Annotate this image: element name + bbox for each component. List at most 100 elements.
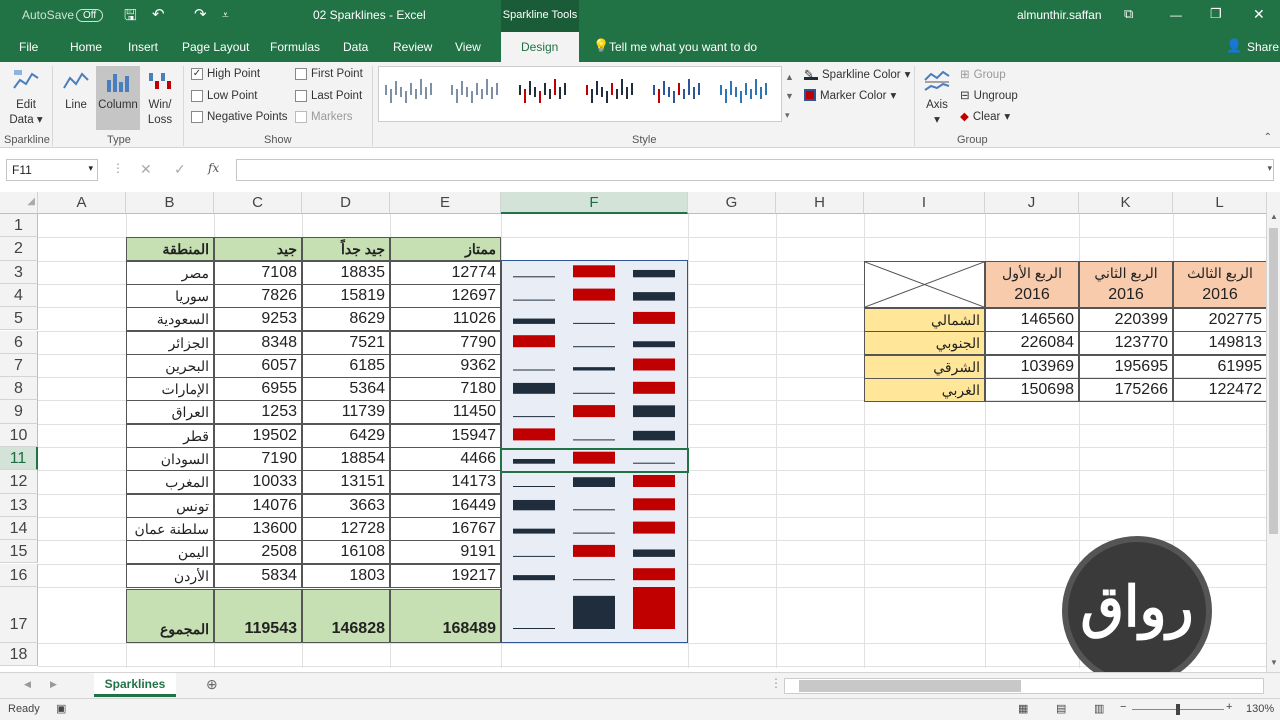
col-header[interactable]: J	[985, 192, 1079, 214]
first-point-checkbox[interactable]: First Point	[295, 68, 363, 80]
q2-cell[interactable]: 195695	[1079, 354, 1173, 379]
q2-cell[interactable]: 123770	[1079, 331, 1173, 356]
type-column-button[interactable]: Column	[96, 66, 140, 130]
good-cell[interactable]: 19502	[214, 423, 302, 448]
col-header[interactable]: L	[1173, 192, 1266, 214]
very-good-cell[interactable]: 1803	[302, 563, 390, 588]
excellent-cell[interactable]: 11450	[390, 400, 501, 425]
next-sheet-icon[interactable]: ▶	[50, 679, 57, 690]
maximize-icon[interactable]: ❐	[1210, 6, 1222, 22]
diagonal-header-cell[interactable]	[864, 261, 985, 308]
q3-cell[interactable]: 202775	[1173, 308, 1266, 332]
zoom-out-icon[interactable]: −	[1120, 701, 1126, 713]
scroll-thumb[interactable]	[799, 680, 1021, 692]
excellent-cell[interactable]: 15947	[390, 423, 501, 448]
tab-design[interactable]: Design	[501, 32, 579, 62]
region-cell[interactable]: السودان	[126, 447, 214, 471]
share-icon[interactable]: 👤	[1226, 38, 1242, 54]
last-point-checkbox[interactable]: Last Point	[295, 90, 362, 102]
good-cell[interactable]: 7826	[214, 283, 302, 308]
redo-icon[interactable]: ↷	[194, 5, 207, 23]
good-cell[interactable]: 6955	[214, 377, 302, 402]
ribbon-display-icon[interactable]: ⧉	[1124, 6, 1133, 22]
col-header[interactable]: A	[38, 192, 126, 214]
total-good[interactable]: 119543	[214, 589, 302, 643]
share-button[interactable]: Share	[1247, 40, 1279, 54]
good-cell[interactable]: 5834	[214, 563, 302, 588]
row-header[interactable]: 4	[0, 283, 38, 308]
excellent-cell[interactable]: 7790	[390, 330, 501, 355]
good-cell[interactable]: 1253	[214, 400, 302, 425]
header-excellent[interactable]: ممتاز	[390, 237, 501, 261]
undo-icon[interactable]: ↶	[152, 5, 165, 23]
split-handle-icon[interactable]: ⋮	[770, 676, 782, 690]
very-good-cell[interactable]: 12728	[302, 516, 390, 541]
region-cell[interactable]: سوريا	[126, 283, 214, 308]
row-header[interactable]: 17	[0, 587, 38, 643]
good-cell[interactable]: 2508	[214, 540, 302, 565]
select-all-corner[interactable]: ◢	[0, 192, 38, 214]
col-header[interactable]: E	[390, 192, 501, 214]
direction-cell[interactable]: الشمالي	[864, 308, 985, 332]
very-good-cell[interactable]: 5364	[302, 377, 390, 402]
good-cell[interactable]: 7190	[214, 447, 302, 471]
row-header[interactable]: 1	[0, 214, 38, 238]
tab-home[interactable]: Home	[70, 40, 102, 54]
marker-color-button[interactable]: Marker Color ▾	[804, 89, 896, 104]
collapse-ribbon-icon[interactable]: ⌃	[1264, 132, 1272, 143]
total-very-good[interactable]: 146828	[302, 589, 390, 643]
col-header[interactable]: K	[1079, 192, 1173, 214]
tab-data[interactable]: Data	[343, 40, 368, 54]
region-cell[interactable]: تونس	[126, 493, 214, 518]
row-header[interactable]: 6	[0, 330, 38, 354]
row-header[interactable]: 5	[0, 307, 38, 331]
good-cell[interactable]: 13600	[214, 516, 302, 541]
quarter-header[interactable]: الربع الثاني 2016	[1079, 261, 1173, 308]
excellent-cell[interactable]: 9191	[390, 540, 501, 565]
total-excellent[interactable]: 168489	[390, 589, 501, 643]
region-cell[interactable]: مصر	[126, 260, 214, 285]
customize-qat-icon[interactable]: ⩡	[222, 8, 229, 23]
excellent-cell[interactable]: 16449	[390, 493, 501, 518]
active-cell-f11[interactable]	[500, 448, 689, 473]
tab-formulas[interactable]: Formulas	[270, 40, 320, 54]
autosave-toggle[interactable]: Off	[76, 9, 104, 22]
tab-file[interactable]: File	[19, 40, 38, 54]
col-header[interactable]: C	[214, 192, 302, 214]
very-good-cell[interactable]: 18854	[302, 447, 390, 471]
zoom-level[interactable]: 130%	[1246, 703, 1274, 715]
col-header[interactable]: I	[864, 192, 985, 214]
region-cell[interactable]: السعودية	[126, 307, 214, 332]
very-good-cell[interactable]: 7521	[302, 330, 390, 355]
q1-cell[interactable]: 150698	[985, 377, 1079, 402]
excellent-cell[interactable]: 7180	[390, 377, 501, 402]
sparkline-color-button[interactable]: ✎ Sparkline Color ▾	[804, 68, 910, 83]
good-cell[interactable]: 10033	[214, 470, 302, 495]
insert-function-icon[interactable]: fx	[208, 161, 219, 175]
low-point-checkbox[interactable]: Low Point	[191, 90, 258, 102]
very-good-cell[interactable]: 18835	[302, 260, 390, 285]
header-very-good[interactable]: جيد جداً	[302, 237, 390, 261]
very-good-cell[interactable]: 11739	[302, 400, 390, 425]
excellent-cell[interactable]: 14173	[390, 470, 501, 495]
region-cell[interactable]: البحرين	[126, 353, 214, 378]
total-label[interactable]: المجموع	[126, 589, 214, 643]
very-good-cell[interactable]: 3663	[302, 493, 390, 518]
row-header[interactable]: 3	[0, 260, 38, 284]
very-good-cell[interactable]: 16108	[302, 540, 390, 565]
excellent-cell[interactable]: 12774	[390, 260, 501, 285]
tell-me-input[interactable]: Tell me what you want to do	[609, 40, 757, 54]
q2-cell[interactable]: 175266	[1079, 377, 1173, 402]
close-icon[interactable]: ✕	[1253, 6, 1265, 23]
scroll-down-icon[interactable]: ▼	[1270, 658, 1278, 667]
expand-formula-icon[interactable]: ▾	[1267, 163, 1272, 174]
tab-review[interactable]: Review	[393, 40, 432, 54]
clear-button[interactable]: ◆ Clear ▾	[960, 110, 1010, 125]
vscroll-thumb[interactable]	[1269, 228, 1278, 534]
good-cell[interactable]: 7108	[214, 260, 302, 285]
region-cell[interactable]: سلطنة عمان	[126, 516, 214, 541]
region-cell[interactable]: العراق	[126, 400, 214, 425]
excellent-cell[interactable]: 19217	[390, 563, 501, 588]
good-cell[interactable]: 6057	[214, 353, 302, 378]
col-header[interactable]: G	[688, 192, 776, 214]
